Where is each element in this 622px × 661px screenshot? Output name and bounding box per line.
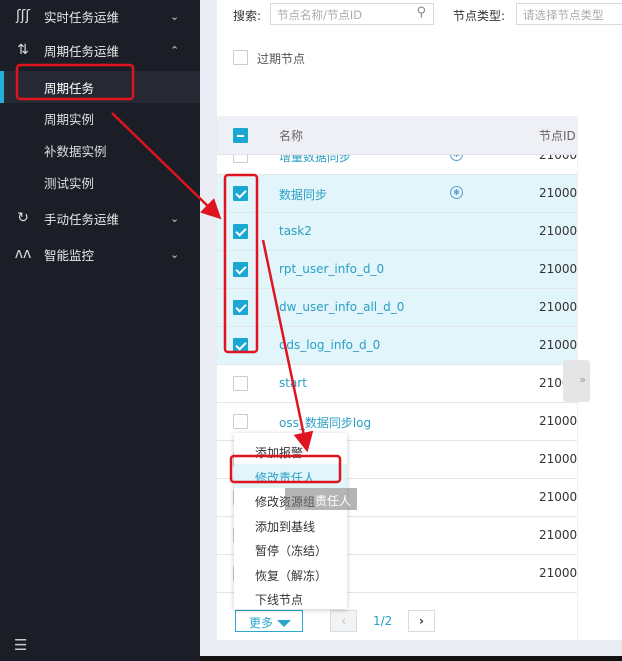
table-row[interactable]: dw_user_info_all_d_0 210000: [217, 289, 577, 327]
select-all-checkbox[interactable]: [233, 128, 248, 143]
expired-nodes-label: 过期节点: [257, 52, 306, 66]
node-name-link[interactable]: 增量数据同步: [279, 155, 351, 165]
node-id: 210000: [539, 490, 577, 504]
node-star-icon: ✱: [450, 186, 463, 199]
menu-item[interactable]: 暂停（冻结）: [234, 537, 347, 562]
nav-label: 测试实例: [44, 175, 95, 191]
menu-item[interactable]: 添加到基线: [234, 513, 347, 538]
table-row[interactable]: 数据同步 ✱ 210000: [217, 175, 577, 213]
chevron-down-icon: ⌄: [170, 9, 180, 23]
caret-down-icon: [277, 620, 292, 627]
more-dropdown-menu: 添加报警修改责任人修改资源组添加到基线暂停（冻结）恢复（解冻）下线节点: [234, 433, 347, 609]
nav-backfill-instances[interactable]: 补数据实例: [0, 134, 200, 166]
node-id: 210000: [539, 528, 577, 542]
nav-realtime-ops[interactable]: ʃʃʃ 实时任务运维 ⌄: [0, 0, 200, 32]
node-name-link[interactable]: start: [279, 376, 307, 390]
node-type-select[interactable]: 请选择节点类型: [516, 3, 622, 25]
realtime-icon: ʃʃʃ: [15, 8, 31, 24]
row-checkbox[interactable]: [233, 376, 248, 391]
cycle-icon: ⇅: [17, 42, 29, 58]
node-name-link[interactable]: task2: [279, 224, 312, 238]
menu-item[interactable]: 添加报警: [234, 439, 347, 464]
menu-item[interactable]: 下线节点: [234, 586, 347, 611]
node-type-label: 节点类型:: [453, 9, 506, 23]
column-node-id[interactable]: 节点ID: [539, 127, 576, 144]
nav-label: 周期任务运维: [44, 43, 120, 59]
nav-label: 周期任务: [44, 80, 95, 96]
nav-label: 补数据实例: [44, 143, 107, 159]
row-checkbox[interactable]: [233, 300, 248, 315]
table-header: 名称 节点ID: [217, 116, 577, 155]
search-icon[interactable]: ⚲: [416, 5, 426, 20]
expand-pane-handle[interactable]: »: [563, 360, 590, 402]
nav-cycle-tasks[interactable]: 周期任务: [0, 71, 200, 103]
monitor-icon: ʌʌ: [14, 246, 32, 262]
node-id: 210000: [539, 566, 577, 580]
chevron-down-icon: ⌄: [170, 211, 180, 225]
nav-label: 实时任务运维: [44, 9, 120, 25]
row-checkbox[interactable]: [233, 414, 248, 429]
row-checkbox[interactable]: [233, 155, 248, 163]
nav-label: 智能监控: [44, 247, 95, 263]
row-checkbox[interactable]: [233, 338, 248, 353]
node-id: 210000: [539, 338, 577, 352]
node-id: 210000: [539, 262, 577, 276]
manual-icon: ↻: [17, 210, 29, 226]
nav-cycle-instances[interactable]: 周期实例: [0, 102, 200, 134]
page-indicator: 1/2: [373, 614, 393, 628]
table-row[interactable]: rpt_user_info_d_0 210000: [217, 251, 577, 289]
column-name[interactable]: 名称: [279, 127, 303, 144]
search-input[interactable]: 节点名称/节点ID ⚲: [270, 3, 434, 25]
node-type-placeholder: 请选择节点类型: [523, 8, 604, 22]
nav-label: 周期实例: [44, 111, 95, 127]
prev-page-button[interactable]: ‹: [330, 610, 357, 632]
node-star-icon: ✱: [450, 155, 463, 161]
search-label: 搜索:: [233, 9, 262, 23]
next-page-button[interactable]: ›: [408, 610, 435, 632]
node-name-link[interactable]: rpt_user_info_d_0: [279, 262, 384, 276]
table-row[interactable]: start 210000: [217, 365, 577, 403]
node-name-link[interactable]: oss_数据同步log: [279, 414, 371, 431]
node-name-link[interactable]: dw_user_info_all_d_0: [279, 300, 404, 314]
tooltip: 责任人: [285, 488, 357, 510]
hamburger-menu-icon[interactable]: ☰: [14, 636, 27, 654]
chevron-up-icon: ⌃: [170, 43, 180, 57]
table-row[interactable]: task2 210000: [217, 213, 577, 251]
row-checkbox[interactable]: [233, 262, 248, 277]
search-placeholder: 节点名称/节点ID: [277, 8, 363, 22]
node-id: 210000: [539, 186, 577, 200]
node-id: 210000: [539, 414, 577, 428]
table-row[interactable]: ods_log_info_d_0 210000: [217, 327, 577, 365]
node-name-link[interactable]: 数据同步: [279, 186, 327, 203]
node-id: 210000: [539, 224, 577, 238]
chevron-down-icon: ⌄: [170, 247, 180, 261]
sidebar: ʃʃʃ 实时任务运维 ⌄ ⇅ 周期任务运维 ⌃ 周期任务 周期实例 补数据实例 …: [0, 0, 200, 661]
menu-item[interactable]: 恢复（解冻）: [234, 562, 347, 587]
nav-monitor[interactable]: ʌʌ 智能监控 ⌄: [0, 238, 200, 270]
nav-manual-ops[interactable]: ↻ 手动任务运维 ⌄: [0, 202, 200, 234]
nav-test-instances[interactable]: 测试实例: [0, 166, 200, 198]
node-id: 210000: [539, 155, 577, 162]
nav-cycle-ops[interactable]: ⇅ 周期任务运维 ⌃: [0, 34, 200, 66]
bottom-bar: [200, 656, 622, 661]
node-id: 210000: [539, 452, 577, 466]
row-checkbox[interactable]: [233, 186, 248, 201]
more-button[interactable]: 更多: [235, 610, 303, 632]
node-name-link[interactable]: ods_log_info_d_0: [279, 338, 380, 352]
more-label: 更多: [249, 616, 274, 630]
row-checkbox[interactable]: [233, 224, 248, 239]
nav-label: 手动任务运维: [44, 211, 120, 227]
table-row[interactable]: 增量数据同步 ✱ 210000: [217, 155, 577, 175]
node-id: 210000: [539, 300, 577, 314]
menu-item[interactable]: 修改责任人: [234, 463, 347, 488]
expired-nodes-checkbox[interactable]: [233, 50, 248, 65]
